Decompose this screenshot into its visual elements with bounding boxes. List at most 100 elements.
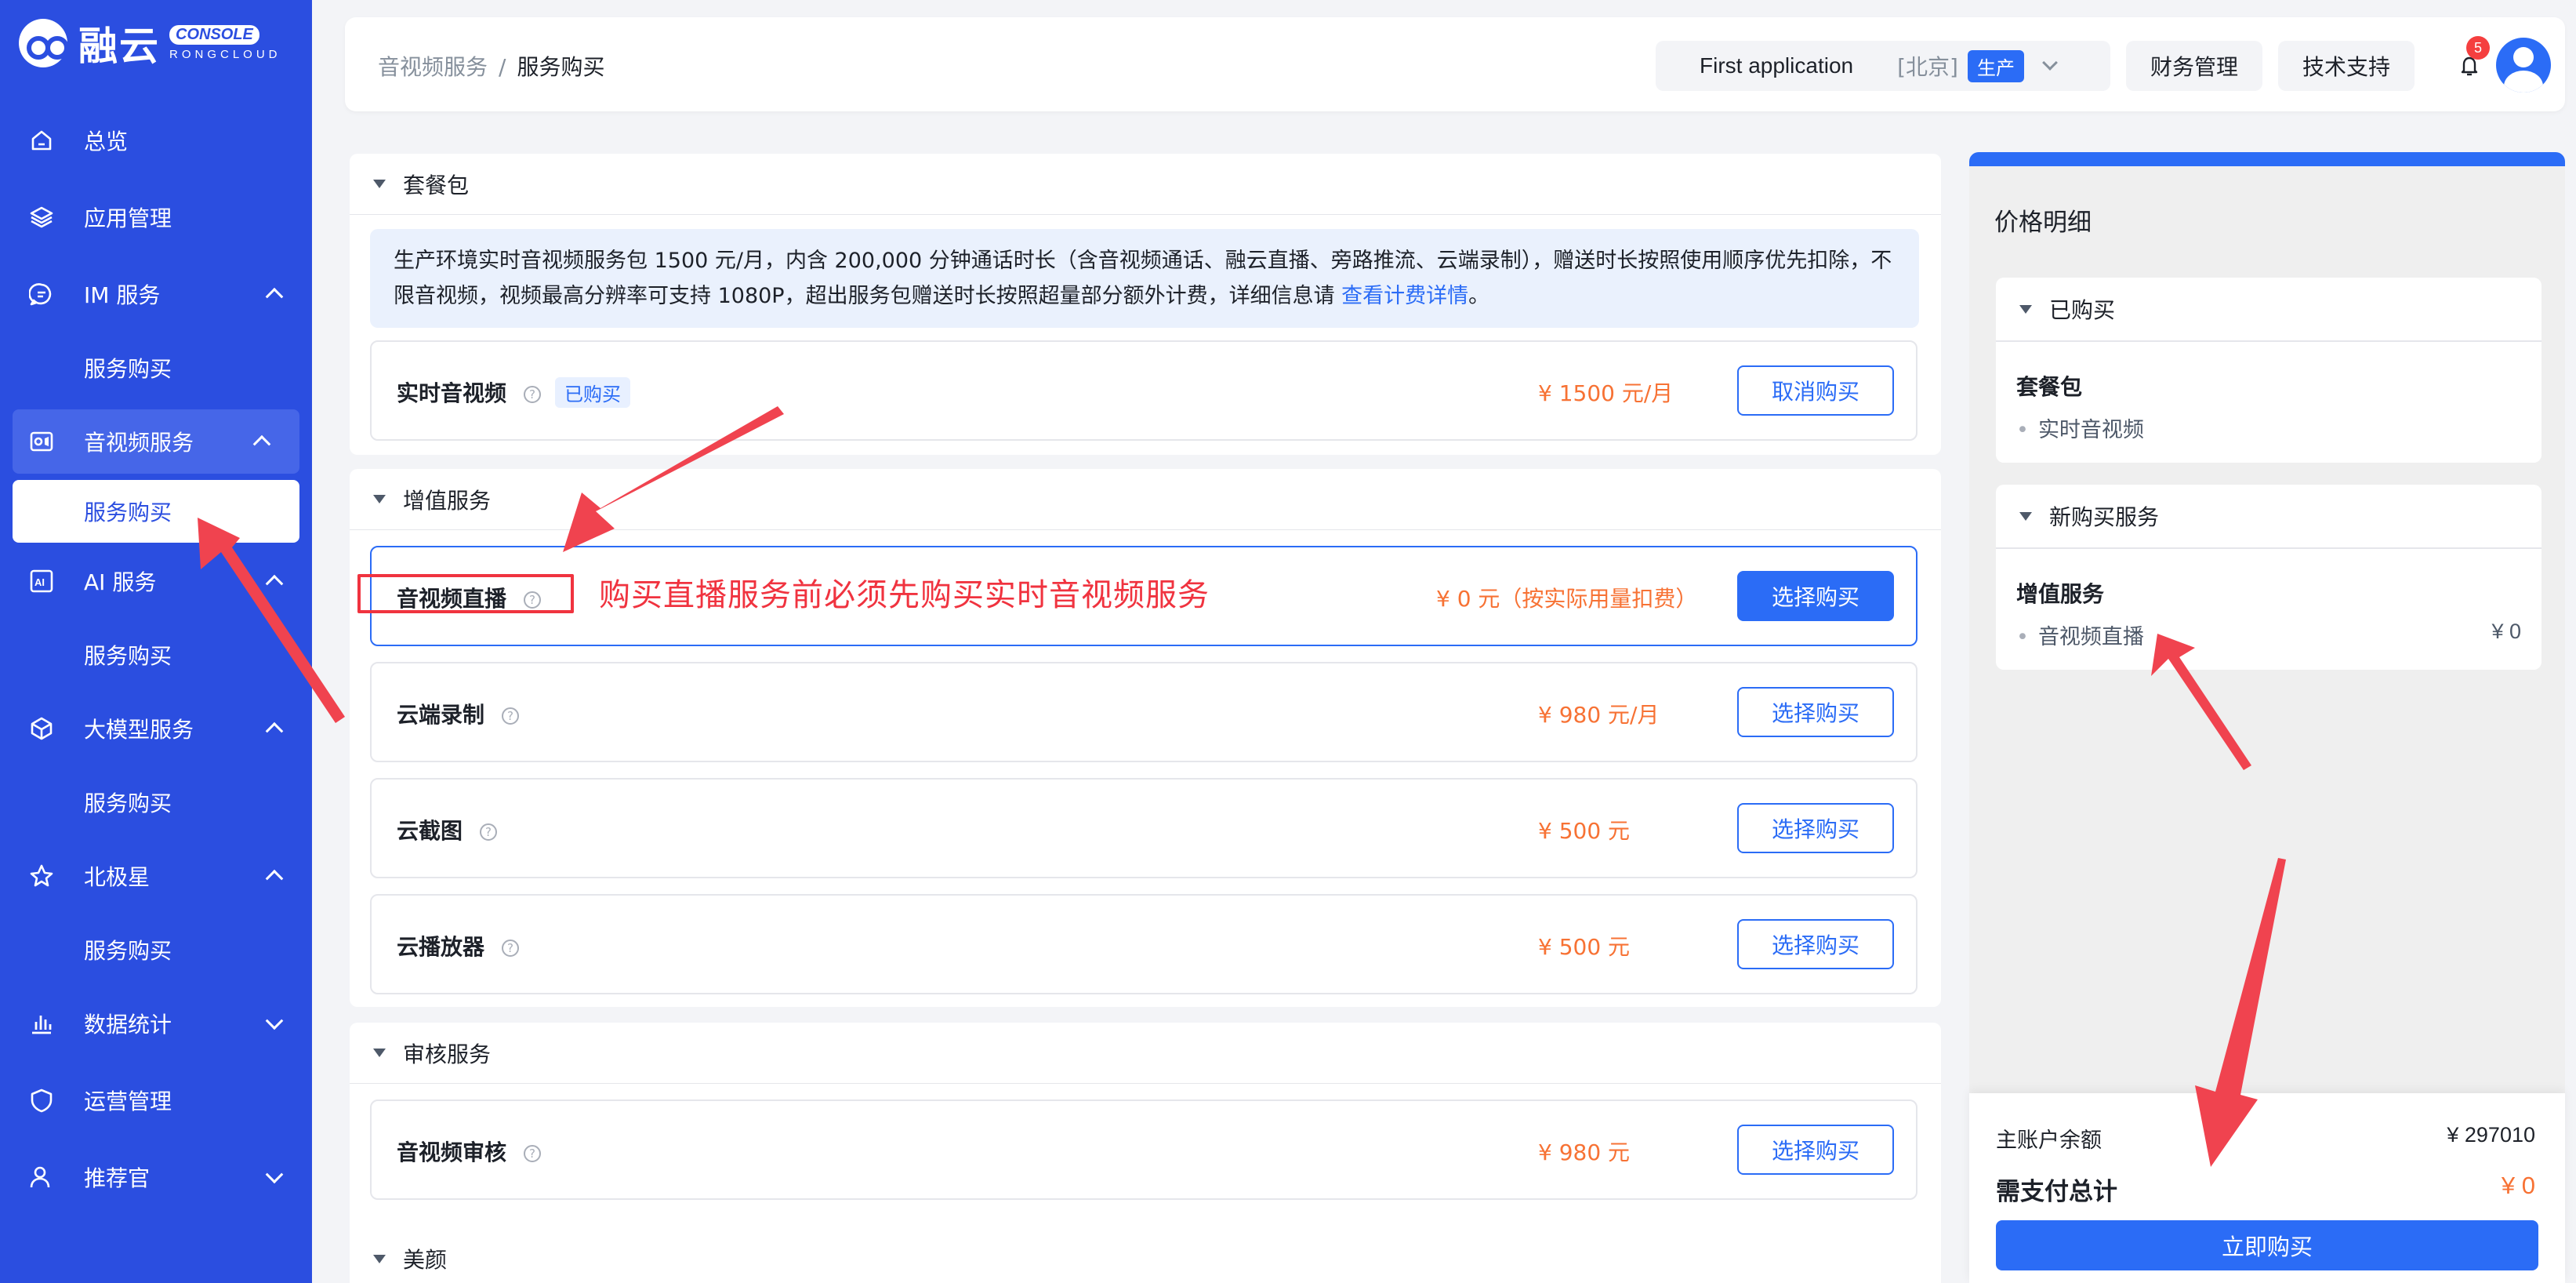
new-purchase-card: 新购买服务 增值服务 音视频直播 ¥ 0 <box>1996 485 2542 670</box>
help-icon[interactable]: ? <box>524 1145 542 1162</box>
service-card-player: 云播放器? ¥ 500 元 选择购买 <box>370 894 1917 994</box>
value-added-header[interactable]: 增值服务 <box>350 469 1941 530</box>
select-purchase-button[interactable]: 选择购买 <box>1737 571 1894 621</box>
home-icon <box>28 127 55 154</box>
app-selector[interactable]: First application [北京] 生产 <box>1656 41 2110 91</box>
purchased-badge: 已购买 <box>555 377 631 408</box>
select-purchase-button[interactable]: 选择购买 <box>1737 803 1894 853</box>
price-label: ¥ 1500 元/月 <box>1538 380 1674 406</box>
sidebar-item-ai[interactable]: AI AI 服务 <box>0 543 312 620</box>
notification-badge: 5 <box>2466 36 2490 60</box>
breadcrumb-current: 服务购买 <box>517 54 605 80</box>
rongcloud-label: RONGCLOUD <box>169 48 281 61</box>
app-region: [北京] <box>1897 54 1958 80</box>
breadcrumb: 音视频服务 / 服务购买 <box>378 54 605 80</box>
env-badge: 生产 <box>1967 49 2024 82</box>
help-icon[interactable]: ? <box>502 707 520 725</box>
service-card-recording: 云端录制? ¥ 980 元/月 选择购买 <box>370 662 1917 762</box>
sidebar-subitem-im-purchase[interactable]: 服务购买 <box>0 333 312 403</box>
annotation-highlight-box <box>357 574 574 613</box>
new-purchase-group: 增值服务 <box>2016 581 2105 607</box>
select-purchase-button[interactable]: 选择购买 <box>1737 919 1894 969</box>
finance-button[interactable]: 财务管理 <box>2126 41 2262 91</box>
beauty-section: 美颜 <box>350 1230 1941 1283</box>
service-card-audit: 音视频审核? ¥ 980 元 选择购买 <box>370 1099 1917 1200</box>
support-button[interactable]: 技术支持 <box>2278 41 2415 91</box>
svg-text:AI: AI <box>34 576 45 588</box>
sidebar-item-im[interactable]: IM 服务 <box>0 256 312 333</box>
package-notice: 生产环境实时音视频服务包 1500 元/月，内含 200,000 分钟通话时长（… <box>370 229 1919 328</box>
purchased-group: 套餐包 <box>2016 374 2083 400</box>
price-label: ¥ 0 元（按实际用量扣费） <box>1436 586 1698 612</box>
video-icon <box>28 428 55 455</box>
buy-now-button[interactable]: 立即购买 <box>1996 1220 2538 1270</box>
price-label: ¥ 980 元/月 <box>1538 702 1660 728</box>
audit-header[interactable]: 审核服务 <box>350 1023 1941 1084</box>
new-purchase-header[interactable]: 新购买服务 <box>1996 485 2542 549</box>
star-icon <box>28 863 55 889</box>
sidebar-nav: 总览 应用管理 IM 服务 服务购买 音视频服务 服务购买 AI AI 服务 服… <box>0 102 312 1216</box>
balance-value: ¥ 297010 <box>2447 1123 2535 1147</box>
shield-icon <box>28 1087 55 1114</box>
purchased-item: 实时音视频 <box>2016 413 2144 443</box>
sidebar-item-referral[interactable]: 推荐官 <box>0 1139 312 1216</box>
cube-icon <box>28 715 55 742</box>
caret-down-icon <box>373 180 386 188</box>
chat-icon <box>28 281 55 307</box>
billing-details-link[interactable]: 查看计费详情 <box>1341 284 1468 308</box>
chevron-down-icon <box>2042 55 2058 71</box>
select-purchase-button[interactable]: 选择购买 <box>1737 1125 1894 1175</box>
help-icon[interactable]: ? <box>502 940 520 957</box>
package-header[interactable]: 套餐包 <box>350 154 1941 215</box>
breadcrumb-parent[interactable]: 音视频服务 <box>378 54 488 80</box>
price-detail-title: 价格明细 <box>1994 209 2092 237</box>
logo[interactable]: 融云 CONSOLE RONGCLOUD <box>19 16 281 71</box>
help-icon[interactable]: ? <box>480 823 498 841</box>
sidebar-item-operations[interactable]: 运营管理 <box>0 1062 312 1139</box>
help-icon[interactable]: ? <box>524 386 542 403</box>
layers-icon <box>28 204 55 231</box>
service-card-rtc: 实时音视频? 已购买 ¥ 1500 元/月 取消购买 <box>370 340 1917 441</box>
sidebar: 融云 CONSOLE RONGCLOUD 总览 应用管理 IM 服务 服务购买 … <box>0 0 312 1283</box>
sidebar-item-statistics[interactable]: 数据统计 <box>0 985 312 1062</box>
new-purchase-item: 音视频直播 <box>2016 620 2144 650</box>
chevron-down-icon <box>265 1165 284 1184</box>
new-purchase-item-price: ¥ 0 <box>2491 620 2521 643</box>
avatar[interactable] <box>2496 38 2551 93</box>
balance-label: 主账户余额 <box>1996 1129 2102 1153</box>
sidebar-item-app-management[interactable]: 应用管理 <box>0 179 312 256</box>
payment-footer: 主账户余额 ¥ 297010 需支付总计 ¥ 0 立即购买 <box>1969 1093 2565 1283</box>
sidebar-subitem-ai-purchase[interactable]: 服务购买 <box>0 620 312 690</box>
chevron-up-icon <box>265 721 284 740</box>
sidebar-item-llm[interactable]: 大模型服务 <box>0 690 312 767</box>
logo-icon <box>19 19 69 67</box>
sidebar-subitem-llm-purchase[interactable]: 服务购买 <box>0 767 312 838</box>
price-label: ¥ 500 元 <box>1538 934 1631 960</box>
sidebar-item-audio-video[interactable]: 音视频服务 <box>13 409 299 474</box>
chevron-up-icon <box>265 869 284 888</box>
sidebar-item-polaris[interactable]: 北极星 <box>0 838 312 914</box>
select-purchase-button[interactable]: 选择购买 <box>1737 687 1894 737</box>
chevron-up-icon <box>252 434 271 453</box>
annotation-text: 购买直播服务前必须先购买实时音视频服务 <box>599 577 1210 613</box>
app-name: First application <box>1700 53 1854 78</box>
price-label: ¥ 500 元 <box>1538 818 1631 844</box>
caret-down-icon <box>2019 304 2032 314</box>
sidebar-subitem-av-purchase[interactable]: 服务购买 <box>13 480 299 543</box>
caret-down-icon <box>373 1049 386 1057</box>
chart-icon <box>28 1010 55 1037</box>
chevron-up-icon <box>265 287 284 306</box>
brand-name: 融云 <box>78 24 160 69</box>
user-icon <box>28 1164 55 1190</box>
total-label: 需支付总计 <box>1996 1178 2117 1206</box>
price-label: ¥ 980 元 <box>1538 1139 1631 1165</box>
purchased-header[interactable]: 已购买 <box>1996 278 2542 342</box>
beauty-header[interactable]: 美颜 <box>350 1230 1941 1283</box>
sidebar-item-overview[interactable]: 总览 <box>0 102 312 179</box>
caret-down-icon <box>2019 511 2032 521</box>
caret-down-icon <box>373 1254 386 1263</box>
cancel-purchase-button[interactable]: 取消购买 <box>1737 365 1894 416</box>
purchased-card: 已购买 套餐包 实时音视频 <box>1996 278 2542 463</box>
ai-icon: AI <box>28 568 55 594</box>
sidebar-subitem-polaris-purchase[interactable]: 服务购买 <box>0 914 312 985</box>
